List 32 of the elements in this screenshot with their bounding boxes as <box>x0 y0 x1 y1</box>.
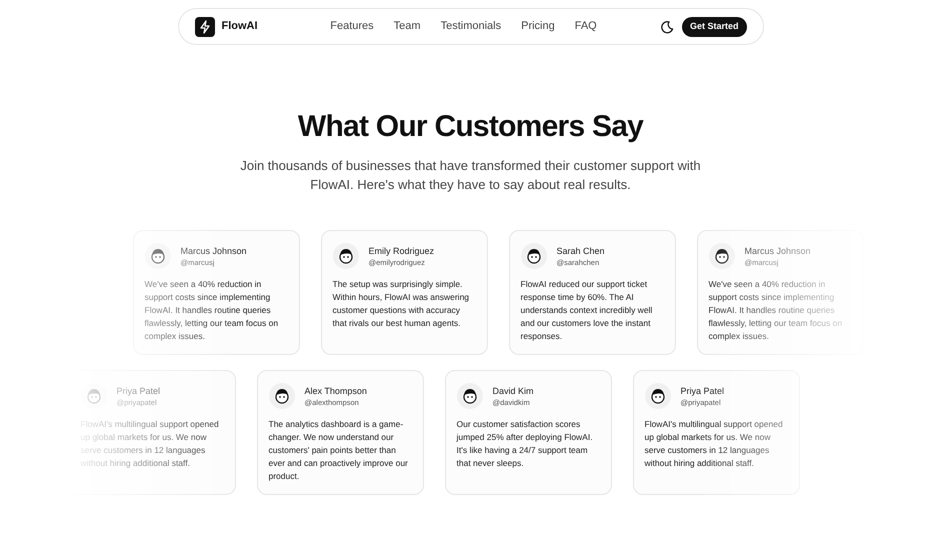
testimonial-quote: FlowAI's multilingual support opened up global markets for us. We now serve customers in 12 languages without hiring additional staff. <box>644 418 784 470</box>
customer-name: Alex Thompson <box>304 384 367 396</box>
customer-name: Priya Patel <box>680 384 724 396</box>
nav-link[interactable]: Team <box>394 18 421 35</box>
avatar-icon <box>268 383 294 409</box>
avatar-icon <box>520 243 546 269</box>
testimonial-quote: FlowAI reduced our support ticket response time by 60%. The AI understands context incredibly well and our customers love the instant responses. <box>520 278 654 343</box>
nav-link[interactable]: Testimonials <box>440 18 502 35</box>
nav-link[interactable]: Features <box>330 18 374 35</box>
avatar-icon <box>456 383 482 409</box>
section-heading: What Our Customers Say <box>298 109 644 145</box>
nav-link[interactable]: FAQ <box>574 18 597 35</box>
avatar-icon <box>332 243 358 269</box>
testimonial-quote: The analytics dashboard is a game-changer. We now understand our customers' pain points better than ever and can proactively improve our product. <box>268 418 409 483</box>
customer-name: Emily Rodriguez <box>368 244 434 256</box>
get-started-button[interactable]: Get Started <box>682 16 746 36</box>
lightning-logo-icon[interactable] <box>194 16 214 36</box>
moon-icon[interactable] <box>660 20 674 34</box>
customer-name: Priya Patel <box>116 384 160 396</box>
testimonial-quote: We've seen a 40% reduction in support costs since implementing FlowAI. It handles routine queries flawlessly, letting our team focus on complex issues. <box>144 278 280 343</box>
nav-link[interactable]: Pricing <box>521 18 555 35</box>
customer-name: David Kim <box>492 384 534 396</box>
testimonial-quote: The setup was surprisingly simple. Within hours, FlowAI was answering customer questions with accuracy that rivals our best human agents. <box>332 278 470 330</box>
section-description: Join thousands of businesses that have transformed their customer support with FlowAI. Here's what they have to say about real results. <box>239 157 702 194</box>
testimonial-quote: Our customer satisfaction scores jumped 25% after deploying FlowAI. It's like having a 24/7 support team that never sleeps. <box>456 418 594 470</box>
customer-name: Marcus Johnson <box>180 244 247 256</box>
avatar-icon <box>144 243 170 269</box>
avatar-icon <box>644 383 670 409</box>
avatar-icon <box>708 243 734 269</box>
brand-name[interactable]: FlowAI <box>222 18 258 35</box>
customer-name: Sarah Chen <box>556 244 605 256</box>
customer-name: Marcus Johnson <box>744 244 811 256</box>
